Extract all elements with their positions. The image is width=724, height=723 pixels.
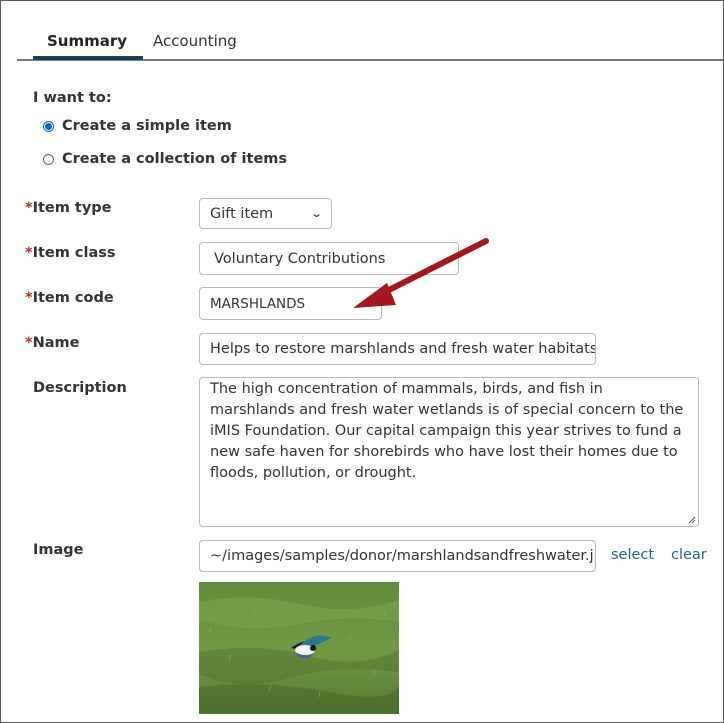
name-value: Helps to restore marshlands and fresh wa… [210,341,596,357]
resize-handle-icon[interactable] [688,516,696,524]
item-code-label: *Item code [25,290,114,306]
radio-simple-item[interactable]: Create a simple item [43,117,232,135]
bird-photo-image [199,582,399,714]
description-value: The high concentration of mammals, birds… [210,381,684,481]
tab-bar: Summary Accounting [17,1,723,61]
radio-selected-icon[interactable] [43,120,54,132]
chevron-down-icon: ⌄ [309,207,323,220]
active-tab-indicator [33,56,144,60]
radio-simple-item-label: Create a simple item [62,118,232,134]
radio-collection[interactable]: Create a collection of items [43,150,287,168]
description-textarea[interactable]: The high concentration of mammals, birds… [199,377,699,527]
name-label: *Name [25,335,80,351]
tab-summary[interactable]: Summary [33,32,144,60]
select-image-link[interactable]: select [611,547,654,563]
required-marker: * [25,245,33,261]
radio-unselected-icon[interactable] [43,153,54,165]
clear-image-link[interactable]: clear [671,547,707,563]
item-type-select[interactable]: Gift item ⌄ [199,198,332,229]
image-preview [199,582,399,714]
tab-accounting-label: Accounting [153,32,237,50]
item-type-value: Gift item [210,205,274,222]
image-path-value: ~/images/samples/donor/marshlandsandfres… [210,548,596,564]
image-label: Image [33,542,84,558]
name-input[interactable]: Helps to restore marshlands and fresh wa… [199,333,596,365]
tab-accounting[interactable]: Accounting [153,32,237,50]
item-editor-panel: Summary Accounting I want to: Create a s… [0,0,724,723]
radio-collection-label: Create a collection of items [62,151,288,167]
required-marker: * [25,200,33,216]
item-class-label: *Item class [25,245,116,261]
image-path-input[interactable]: ~/images/samples/donor/marshlandsandfres… [199,540,596,572]
intent-label: I want to: [33,90,112,106]
annotation-arrow-icon [353,238,489,308]
required-marker: * [25,290,33,306]
item-type-label: *Item type [25,200,112,216]
item-code-value: MARSHLANDS [210,295,306,312]
description-label: Description [33,380,127,396]
tab-summary-label: Summary [47,32,128,50]
required-marker: * [25,335,33,351]
